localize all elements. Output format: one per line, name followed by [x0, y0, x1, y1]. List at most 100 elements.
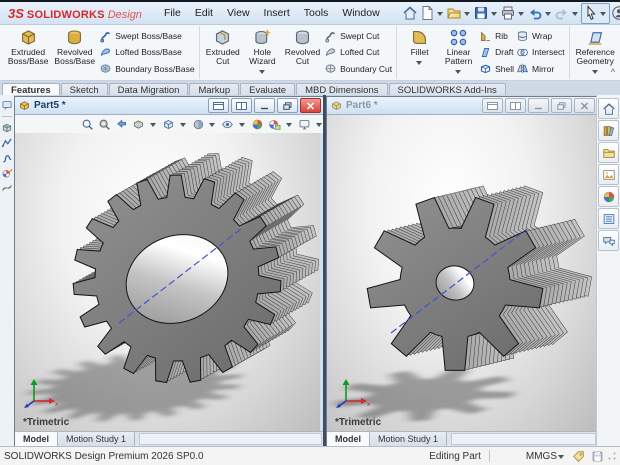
open-document-icon[interactable] [446, 5, 462, 21]
gear-model-part5[interactable] [15, 133, 324, 431]
resize-grip[interactable] [608, 452, 616, 460]
undo-dropdown-arrow[interactable] [545, 12, 551, 19]
section-dropdown-arrow[interactable] [150, 123, 156, 130]
menu-insert[interactable]: Insert [264, 7, 290, 19]
part5-tile2-button[interactable] [231, 98, 252, 113]
rib-button[interactable]: Rib [479, 29, 514, 43]
spline-tool-icon[interactable] [1, 152, 13, 164]
mirror-button[interactable]: Mirror [516, 62, 565, 76]
hideshow-dropdown-arrow[interactable] [239, 123, 245, 130]
open-dropdown-arrow[interactable] [464, 12, 470, 19]
model-tab[interactable]: Model [15, 432, 58, 446]
motion-study-tab[interactable]: Motion Study 1 [370, 432, 447, 446]
lofted-cut-button[interactable]: Lofted Cut [324, 45, 392, 59]
taskpane-view-palette-button[interactable] [598, 164, 619, 185]
menu-tools[interactable]: Tools [304, 7, 329, 19]
pattern-dropdown-arrow[interactable] [455, 70, 461, 77]
select-tool-button[interactable] [581, 3, 610, 24]
menu-view[interactable]: View [227, 7, 250, 19]
home-icon[interactable] [402, 5, 418, 21]
draft-button[interactable]: Draft [479, 45, 514, 59]
linear-pattern-button[interactable]: Linear Pattern [440, 27, 477, 78]
curve-points-icon[interactable] [1, 182, 13, 194]
part5-restore-button[interactable] [277, 98, 298, 113]
display-dropdown-arrow[interactable] [209, 123, 215, 130]
revolved-cut-button[interactable]: Revolved Cut [283, 27, 322, 78]
orientation-dropdown-arrow[interactable] [180, 123, 186, 130]
taskpane-custom-properties-button[interactable] [598, 208, 619, 229]
redo-dropdown-arrow[interactable] [572, 12, 578, 19]
taskpane-design-library-button[interactable] [598, 120, 619, 141]
undo-icon[interactable] [527, 5, 543, 21]
part6-tile2-button[interactable] [505, 98, 526, 113]
print-icon[interactable] [500, 5, 516, 21]
part5-tile-button[interactable] [208, 98, 229, 113]
taskpane-appearances-button[interactable] [598, 186, 619, 207]
taskpane-forum-button[interactable] [598, 230, 619, 251]
taskpane-home-button[interactable] [598, 98, 619, 119]
ribbon-group-features: Fillet Linear Pattern Rib Draft Shell Wr… [397, 26, 570, 79]
save-status-icon[interactable] [591, 450, 604, 463]
taskpane-file-explorer-button[interactable] [598, 142, 619, 163]
sketch-line-icon[interactable] [1, 137, 13, 149]
intersect-button[interactable]: Intersect [516, 45, 565, 59]
menu-window[interactable]: Window [342, 7, 379, 19]
fillet-button[interactable]: Fillet [401, 27, 438, 78]
refgeom-dropdown-arrow[interactable] [592, 70, 598, 77]
part6-close-button[interactable] [574, 98, 595, 113]
ribbon-collapse-chevron[interactable]: ^ [611, 67, 615, 77]
part6-title-bar[interactable]: Part6 * [327, 97, 598, 115]
units-selector[interactable]: MMGS [526, 451, 557, 462]
part-box-icon[interactable] [1, 122, 13, 134]
lofted-boss-base-button[interactable]: Lofted Boss/Base [99, 45, 194, 59]
user-account-icon[interactable] [611, 5, 620, 21]
print-dropdown-arrow[interactable] [518, 12, 524, 19]
revolved-cut-icon [293, 28, 312, 47]
part6-tile-button[interactable] [482, 98, 503, 113]
part5-minimize-button[interactable] [254, 98, 275, 113]
fillet-dropdown-arrow[interactable] [416, 61, 422, 68]
display-style-icon[interactable] [192, 117, 205, 132]
hole-wizard-button[interactable]: Hole Wizard [244, 27, 281, 78]
scene-dropdown-arrow[interactable] [286, 123, 292, 130]
apply-scene-icon[interactable] [268, 117, 281, 132]
hide-show-items-icon[interactable] [221, 117, 234, 132]
extruded-cut-button[interactable]: Extruded Cut [204, 27, 242, 78]
menu-edit[interactable]: Edit [195, 7, 213, 19]
swept-boss-base-button[interactable]: Swept Boss/Base [99, 29, 194, 43]
viewsettings-dropdown-arrow[interactable] [316, 123, 322, 130]
select-dropdown-arrow[interactable] [600, 12, 606, 19]
previous-view-icon[interactable] [115, 117, 128, 132]
section-view-icon[interactable] [132, 117, 145, 132]
new-document-icon[interactable] [419, 5, 435, 21]
units-dropdown-arrow[interactable] [558, 455, 564, 462]
boundary-cut-button[interactable]: Boundary Cut [324, 62, 392, 76]
new-dropdown-arrow[interactable] [437, 12, 443, 19]
save-icon[interactable] [473, 5, 489, 21]
revolved-boss-base-button[interactable]: Revolved Boss/Base [52, 27, 97, 78]
zoom-to-area-icon[interactable] [98, 117, 111, 132]
shell-button[interactable]: Shell [479, 62, 514, 76]
motion-study-tab[interactable]: Motion Study 1 [58, 432, 135, 446]
hole-wizard-dropdown-arrow[interactable] [259, 70, 265, 77]
boundary-boss-base-button[interactable]: Boundary Boss/Base [99, 62, 194, 76]
part6-viewport[interactable]: x *Trimetric [327, 115, 598, 431]
view-settings-icon[interactable] [298, 117, 311, 132]
part5-viewport[interactable]: x *Trimetric [15, 133, 324, 431]
tag-icon[interactable] [572, 450, 585, 463]
wrap-button[interactable]: Wrap [516, 29, 565, 43]
part6-restore-button[interactable] [551, 98, 572, 113]
extruded-boss-base-button[interactable]: Extruded Boss/Base [6, 27, 50, 78]
part6-minimize-button[interactable] [528, 98, 549, 113]
menu-file[interactable]: File [164, 7, 181, 19]
view-orientation-icon[interactable] [162, 117, 175, 132]
appearance-pencil-icon[interactable] [1, 167, 13, 179]
save-dropdown-arrow[interactable] [491, 12, 497, 19]
swept-cut-button[interactable]: Swept Cut [324, 29, 392, 43]
part5-close-button[interactable] [300, 98, 321, 113]
zoom-to-fit-icon[interactable] [81, 117, 94, 132]
part5-title-bar[interactable]: Part5 * [15, 97, 324, 115]
edit-appearance-icon[interactable] [251, 117, 264, 132]
model-tab[interactable]: Model [327, 432, 370, 446]
comment-flag-icon[interactable] [1, 99, 13, 111]
